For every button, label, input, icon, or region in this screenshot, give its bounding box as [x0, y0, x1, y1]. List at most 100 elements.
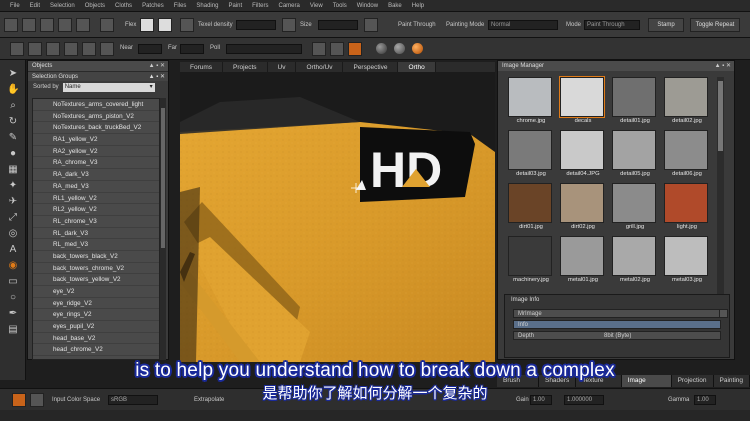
toolbar-button[interactable]: [22, 18, 36, 32]
selection-group-item[interactable]: RA2_yellow_V2: [33, 146, 159, 158]
pin-icon[interactable]: ✈: [7, 196, 19, 208]
selection-group-item[interactable]: RL_dark_V3: [33, 228, 159, 240]
near-field[interactable]: [138, 44, 162, 54]
toolbar-button[interactable]: [40, 18, 54, 32]
image-thumbnail[interactable]: dirt02.jpg: [560, 183, 606, 235]
menu-item[interactable]: View: [310, 3, 323, 9]
image-thumbnail[interactable]: detail06.jpg: [664, 130, 710, 182]
mrimage-row[interactable]: MrImage: [513, 309, 721, 318]
add-icon[interactable]: [719, 309, 728, 318]
toolbar-button[interactable]: [100, 18, 114, 32]
toolbar-button[interactable]: [364, 18, 378, 32]
toolbar-button[interactable]: [4, 18, 18, 32]
orange-tool-button[interactable]: [348, 42, 362, 56]
selection-group-item[interactable]: head_base_V2: [33, 333, 159, 345]
selection-group-item[interactable]: RA_chrome_V3: [33, 157, 159, 170]
mode-select[interactable]: Paint Through: [584, 20, 640, 30]
toolbar-button[interactable]: [10, 42, 24, 56]
material-sphere-icon[interactable]: [412, 43, 423, 54]
selection-group-item[interactable]: RA1_yellow_V2: [33, 134, 159, 146]
flex-toggle-2[interactable]: [158, 18, 172, 32]
toolbar-button[interactable]: [82, 42, 96, 56]
menu-item[interactable]: Paint: [228, 3, 242, 9]
selection-group-item[interactable]: eye_ridge_V2: [33, 298, 159, 310]
selection-group-item[interactable]: RL1_yellow_V2: [33, 193, 159, 205]
menu-item[interactable]: Patches: [142, 3, 164, 9]
hand-icon[interactable]: ✋: [7, 84, 19, 96]
menu-item[interactable]: Filters: [252, 3, 268, 9]
menu-item[interactable]: Edit: [30, 3, 40, 9]
rotate-icon[interactable]: ↻: [7, 116, 19, 128]
selection-group-item[interactable]: eye_V2: [33, 286, 159, 298]
image-thumbnail[interactable]: light.jpg: [664, 183, 710, 235]
menu-item[interactable]: Selection: [50, 3, 75, 9]
size-field[interactable]: [318, 20, 358, 30]
panel-controls-icon[interactable]: ▲ ▪ ✕: [715, 61, 731, 71]
menu-item[interactable]: Cloths: [115, 3, 132, 9]
menu-item[interactable]: Camera: [278, 3, 299, 9]
image-thumbnail[interactable]: detail02.jpg: [664, 77, 710, 129]
menu-item[interactable]: Help: [412, 3, 424, 9]
material-sphere-icon[interactable]: [394, 43, 405, 54]
target-icon[interactable]: ◎: [7, 228, 19, 240]
poll-slider[interactable]: [226, 44, 302, 54]
toggle-repeat-button[interactable]: Toggle Repeat: [690, 18, 740, 32]
image-thumbnail[interactable]: detail05.jpg: [612, 130, 658, 182]
menu-item[interactable]: Window: [357, 3, 378, 9]
image-thumbnail[interactable]: grill.jpg: [612, 183, 658, 235]
toolbar-button[interactable]: [330, 42, 344, 56]
selection-group-item[interactable]: back_towers_chrome_V2: [33, 263, 159, 275]
scale-icon[interactable]: ⤢: [7, 212, 19, 224]
toolbar-button[interactable]: [28, 42, 42, 56]
panel-controls-icon[interactable]: ▲ ▪ ✕: [149, 72, 165, 82]
select-arrow-icon[interactable]: ➤: [7, 68, 19, 80]
toolbar-button[interactable]: [64, 42, 78, 56]
selection-group-item[interactable]: back_towers_yellow_V2: [33, 274, 159, 286]
selection-group-item[interactable]: eye_rings_V2: [33, 309, 159, 322]
toolbar-button[interactable]: [312, 42, 326, 56]
selection-group-item[interactable]: RL_chrome_V3: [33, 216, 159, 228]
menu-item[interactable]: Files: [174, 3, 187, 9]
menu-item[interactable]: Shading: [196, 3, 218, 9]
far-field[interactable]: [180, 44, 204, 54]
toolbar-button[interactable]: [58, 18, 72, 32]
selection-group-item[interactable]: RA_med_V3: [33, 181, 159, 193]
menu-item[interactable]: Tools: [333, 3, 347, 9]
image-thumbnail[interactable]: metal01.jpg: [560, 236, 606, 288]
image-grid-scrollbar[interactable]: [717, 77, 724, 302]
menu-item[interactable]: File: [10, 3, 20, 9]
image-thumbnail[interactable]: detail04.JPG: [560, 130, 606, 182]
selection-group-item[interactable]: RL2_yellow_V2: [33, 204, 159, 216]
painting-mode-select[interactable]: Normal: [488, 20, 558, 30]
toolbar-button[interactable]: [46, 42, 60, 56]
drop-icon[interactable]: ●: [7, 148, 19, 160]
eyedropper-icon[interactable]: ✒: [7, 308, 19, 320]
zoom-icon[interactable]: ⌕: [7, 100, 19, 112]
toolbar-button[interactable]: [180, 18, 194, 32]
gradient-icon[interactable]: ▤: [7, 324, 19, 336]
eraser-icon[interactable]: ▭: [7, 276, 19, 288]
image-thumbnail[interactable]: machinery.jpg: [508, 236, 554, 288]
image-thumbnail[interactable]: detail03.jpg: [508, 130, 554, 182]
grid-icon[interactable]: ▦: [7, 164, 19, 176]
texel-density-field[interactable]: [236, 20, 276, 30]
menu-item[interactable]: Bake: [388, 3, 402, 9]
selection-group-item[interactable]: NoTextures_arms_covered_light: [33, 99, 159, 111]
selection-group-item[interactable]: head_chrome_V2: [33, 344, 159, 357]
3d-viewport[interactable]: HD: [180, 72, 495, 362]
scrollbar-thumb[interactable]: [161, 108, 165, 248]
toolbar-button[interactable]: [76, 18, 90, 32]
active-tool-icon[interactable]: ◉: [7, 260, 19, 272]
selection-group-item[interactable]: eyes_pupil_V2: [33, 321, 159, 333]
circle-icon[interactable]: ○: [7, 292, 19, 304]
text-icon[interactable]: A: [7, 244, 19, 256]
material-sphere-icon[interactable]: [376, 43, 387, 54]
clone-icon[interactable]: ✦: [7, 180, 19, 192]
selection-group-item[interactable]: RL_med_V3: [33, 239, 159, 251]
image-thumbnail[interactable]: detail01.jpg: [612, 77, 658, 129]
selection-group-item[interactable]: NoTextures_back_truckBed_V2: [33, 122, 159, 135]
flex-toggle[interactable]: [140, 18, 154, 32]
image-thumbnail[interactable]: chrome.jpg: [508, 77, 554, 129]
toolbar-button[interactable]: [100, 42, 114, 56]
panel-controls-icon[interactable]: ▲ ▪ ✕: [149, 61, 165, 71]
